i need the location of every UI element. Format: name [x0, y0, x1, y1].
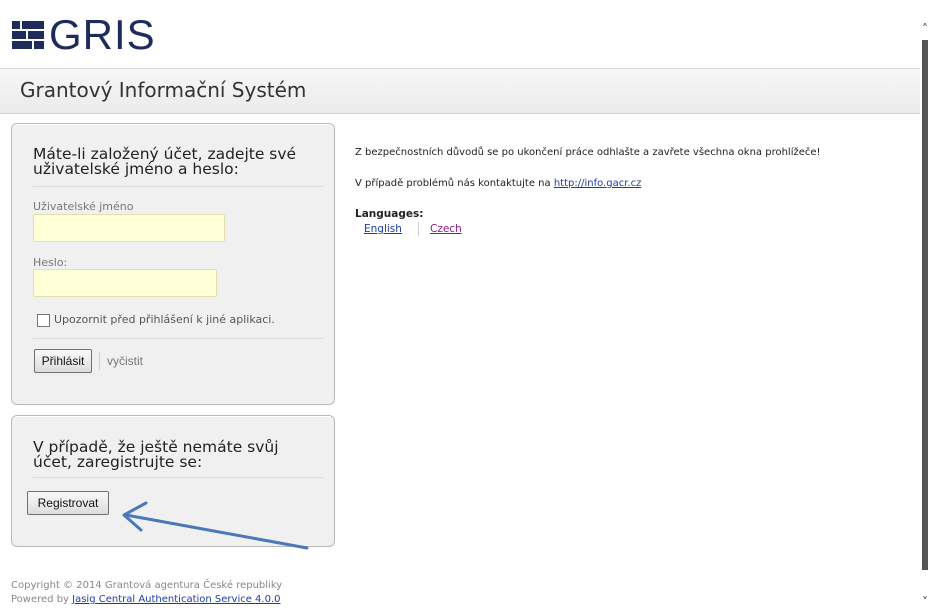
annotation-arrow	[122, 501, 309, 550]
